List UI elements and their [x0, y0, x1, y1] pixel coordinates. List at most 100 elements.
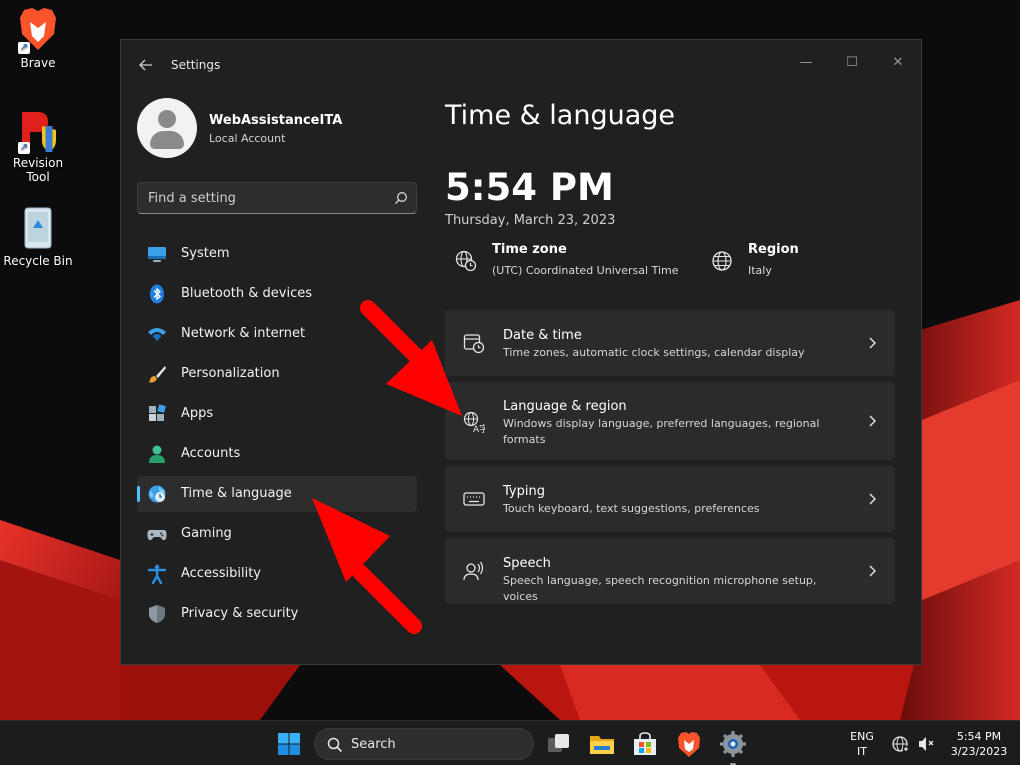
sidebar-item-bluetooth[interactable]: Bluetooth & devices — [137, 276, 417, 312]
task-view-button[interactable] — [542, 727, 576, 761]
search-input[interactable] — [148, 183, 388, 213]
card-title: Date & time — [503, 328, 582, 343]
sidebar-item-label: Privacy & security — [181, 606, 299, 621]
desktop-icon-revision-tool[interactable]: ↗ Revision Tool — [0, 106, 76, 184]
arrow-left-icon — [139, 59, 152, 71]
settings-window: Settings — ☐ ✕ WebAssistanceITA Local Ac… — [120, 39, 922, 665]
card-description: Time zones, automatic clock settings, ca… — [503, 346, 805, 359]
desktop-icon-label: Recycle Bin — [3, 254, 73, 268]
sidebar-item-label: Personalization — [181, 366, 280, 381]
clock-calendar-icon — [463, 334, 485, 354]
desktop-icon-label: Brave — [20, 56, 56, 70]
windows-logo-icon — [278, 733, 300, 755]
window-title: Settings — [171, 58, 221, 72]
brave-taskbar-button[interactable] — [672, 727, 706, 761]
chevron-right-icon — [869, 337, 876, 349]
shortcut-arrow-icon: ↗ — [18, 142, 30, 154]
sidebar-item-accounts[interactable]: Accounts — [137, 436, 417, 472]
sidebar-item-label: Accounts — [181, 446, 241, 461]
network-tray-button[interactable] — [886, 727, 942, 761]
taskbar-search-label: Search — [351, 737, 396, 752]
profile-name: WebAssistanceITA — [209, 113, 343, 128]
language-icon: A字 — [463, 411, 485, 433]
bluetooth-icon — [150, 284, 164, 304]
wifi-icon — [148, 328, 166, 341]
settings-taskbar-button[interactable] — [716, 727, 750, 765]
globe-icon — [712, 251, 732, 271]
sidebar-item-personalization[interactable]: Personalization — [137, 356, 417, 392]
current-time: 5:54 PM — [445, 166, 614, 209]
desktop-icon-brave[interactable]: ↗ Brave — [0, 6, 76, 70]
sidebar-item-time-language[interactable]: Time & language — [137, 476, 417, 512]
shortcut-arrow-icon: ↗ — [18, 42, 30, 54]
active-indicator — [137, 486, 140, 502]
card-speech[interactable]: Speech Speech language, speech recogniti… — [445, 538, 895, 604]
taskbar-search[interactable]: Search — [314, 728, 534, 760]
page-title: Time & language — [445, 100, 676, 131]
close-button[interactable]: ✕ — [875, 48, 921, 78]
sidebar-item-label: Accessibility — [181, 566, 261, 581]
svg-text:A字: A字 — [473, 423, 485, 433]
brave-icon: ↗ — [16, 6, 60, 54]
region-value: Italy — [748, 264, 772, 277]
card-title: Speech — [503, 556, 551, 571]
card-title: Typing — [503, 484, 545, 499]
profile-account-type: Local Account — [209, 132, 286, 145]
sidebar-item-system[interactable]: System — [137, 236, 417, 272]
taskbar: Search ENG IT 5:54 PM 3/23/2023 — [0, 720, 1020, 765]
sidebar-item-label: Time & language — [181, 486, 292, 501]
gear-icon — [720, 731, 746, 757]
brave-icon — [678, 732, 700, 757]
minimize-button[interactable]: — — [783, 48, 829, 78]
avatar — [137, 98, 197, 158]
layout-code: IT — [857, 745, 867, 758]
sidebar-item-network[interactable]: Network & internet — [137, 316, 417, 352]
brush-icon — [148, 366, 166, 383]
avatar-head — [158, 110, 176, 128]
desktop-icon-label: Revision Tool — [12, 156, 64, 184]
accessibility-icon — [147, 564, 167, 584]
file-explorer-button[interactable] — [585, 727, 619, 761]
taskbar-clock[interactable]: 5:54 PM 3/23/2023 — [944, 729, 1014, 759]
sidebar-item-label: Gaming — [181, 526, 232, 541]
folder-icon — [590, 736, 614, 754]
language-code: ENG — [850, 730, 874, 743]
taskbar-date: 3/23/2023 — [950, 745, 1008, 758]
search-icon — [327, 737, 343, 753]
sidebar-item-apps[interactable]: Apps — [137, 396, 417, 432]
find-setting-search[interactable] — [137, 182, 417, 214]
system-icon — [148, 247, 166, 262]
chevron-right-icon — [869, 415, 876, 427]
shield-icon — [149, 605, 165, 623]
card-date-time[interactable]: Date & time Time zones, automatic clock … — [445, 310, 895, 376]
taskbar-time: 5:54 PM — [956, 730, 1002, 743]
maximize-button[interactable]: ☐ — [829, 48, 875, 78]
search-icon[interactable] — [394, 191, 408, 205]
card-typing[interactable]: Typing Touch keyboard, text suggestions,… — [445, 466, 895, 532]
sidebar-nav: System Bluetooth & devices Network & int… — [137, 236, 417, 636]
apps-icon — [149, 404, 166, 421]
start-button[interactable] — [272, 727, 306, 761]
card-description: Speech language, speech recognition micr… — [503, 574, 817, 603]
sidebar-item-label: System — [181, 246, 230, 261]
region-label: Region — [748, 242, 799, 257]
microsoft-store-button[interactable] — [628, 727, 662, 761]
sidebar-item-label: Network & internet — [181, 326, 306, 341]
task-view-icon — [548, 734, 569, 752]
revision-tool-icon: ↗ — [16, 106, 60, 154]
sidebar-item-accessibility[interactable]: Accessibility — [137, 556, 417, 592]
desktop-icon-recycle-bin[interactable]: Recycle Bin — [0, 204, 76, 268]
avatar-body — [150, 131, 184, 149]
globe-clock-icon — [455, 250, 477, 272]
keyboard-icon — [463, 492, 485, 506]
input-language-indicator[interactable]: ENG IT — [844, 729, 880, 759]
sidebar-item-gaming[interactable]: Gaming — [137, 516, 417, 552]
time-zone-value: (UTC) Coordinated Universal Time — [492, 264, 679, 277]
card-language-region[interactable]: A字 Language & region Windows display lan… — [445, 382, 895, 460]
window-titlebar[interactable]: Settings — ☐ ✕ — [121, 40, 921, 88]
card-description: Touch keyboard, text suggestions, prefer… — [503, 502, 760, 515]
back-button[interactable] — [135, 54, 157, 76]
accounts-icon — [149, 445, 165, 463]
sidebar-item-privacy-security[interactable]: Privacy & security — [137, 596, 417, 632]
chevron-right-icon — [869, 565, 876, 577]
